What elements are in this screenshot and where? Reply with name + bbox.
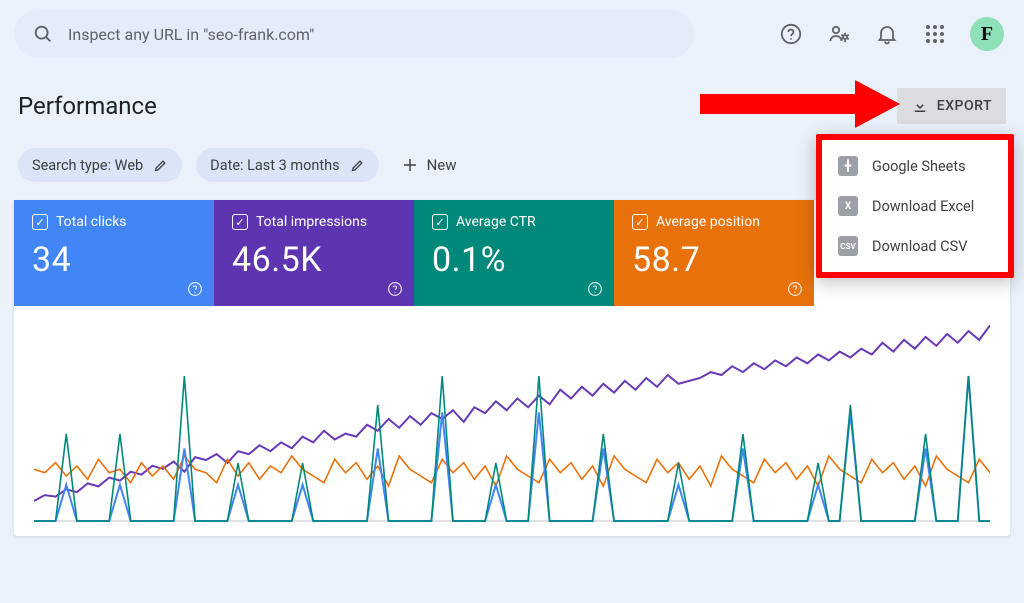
apps-grid-icon[interactable] — [922, 21, 948, 47]
page-title: Performance — [18, 92, 157, 120]
checkbox-icon — [32, 214, 48, 230]
export-excel-label: Download Excel — [872, 198, 974, 215]
search-icon — [32, 23, 54, 45]
export-button[interactable]: EXPORT — [897, 88, 1006, 124]
plus-icon — [401, 156, 419, 174]
help-icon[interactable] — [386, 280, 404, 298]
metric-ctr-label: Average CTR — [456, 214, 536, 230]
metric-position-value: 58.7 — [632, 240, 796, 280]
export-excel[interactable]: X Download Excel — [822, 186, 1008, 226]
pencil-icon — [153, 158, 168, 173]
help-icon[interactable] — [186, 280, 204, 298]
add-filter-button[interactable]: New — [393, 156, 457, 174]
account-avatar[interactable]: F — [970, 17, 1004, 51]
metric-clicks-value: 34 — [32, 240, 196, 280]
metric-impressions-label: Total impressions — [256, 214, 367, 230]
metric-average-ctr[interactable]: Average CTR 0.1% — [414, 200, 614, 306]
add-filter-label: New — [427, 156, 457, 174]
sheets-icon: ╋ — [838, 156, 858, 176]
download-icon — [911, 97, 929, 115]
checkbox-icon — [432, 214, 448, 230]
filter-date[interactable]: Date: Last 3 months — [196, 148, 378, 182]
export-sheets-label: Google Sheets — [872, 158, 966, 175]
export-csv-label: Download CSV — [872, 238, 967, 255]
metric-total-impressions[interactable]: Total impressions 46.5K — [214, 200, 414, 306]
metric-average-position[interactable]: Average position 58.7 — [614, 200, 814, 306]
filter-date-label: Date: Last 3 months — [210, 157, 339, 174]
filter-search-type[interactable]: Search type: Web — [18, 148, 182, 182]
metric-clicks-label: Total clicks — [56, 214, 127, 230]
pencil-icon — [350, 158, 365, 173]
help-icon[interactable] — [786, 280, 804, 298]
export-google-sheets[interactable]: ╋ Google Sheets — [822, 146, 1008, 186]
checkbox-icon — [232, 214, 248, 230]
performance-chart — [14, 306, 1010, 536]
users-settings-icon[interactable] — [826, 21, 852, 47]
export-csv[interactable]: CSV Download CSV — [822, 226, 1008, 266]
metric-total-clicks[interactable]: Total clicks 34 — [14, 200, 214, 306]
export-label: EXPORT — [937, 98, 992, 114]
url-inspect-search[interactable]: Inspect any URL in "seo-frank.com" — [14, 10, 694, 58]
notifications-icon[interactable] — [874, 21, 900, 47]
help-icon[interactable] — [586, 280, 604, 298]
export-menu: ╋ Google Sheets X Download Excel CSV Dow… — [816, 134, 1014, 278]
excel-icon: X — [838, 196, 858, 216]
search-placeholder: Inspect any URL in "seo-frank.com" — [68, 25, 314, 44]
metric-ctr-value: 0.1% — [432, 240, 596, 280]
csv-icon: CSV — [838, 236, 858, 256]
filter-search-type-label: Search type: Web — [32, 157, 143, 174]
metric-position-label: Average position — [656, 214, 760, 230]
help-icon[interactable] — [778, 21, 804, 47]
metric-impressions-value: 46.5K — [232, 240, 396, 280]
checkbox-icon — [632, 214, 648, 230]
